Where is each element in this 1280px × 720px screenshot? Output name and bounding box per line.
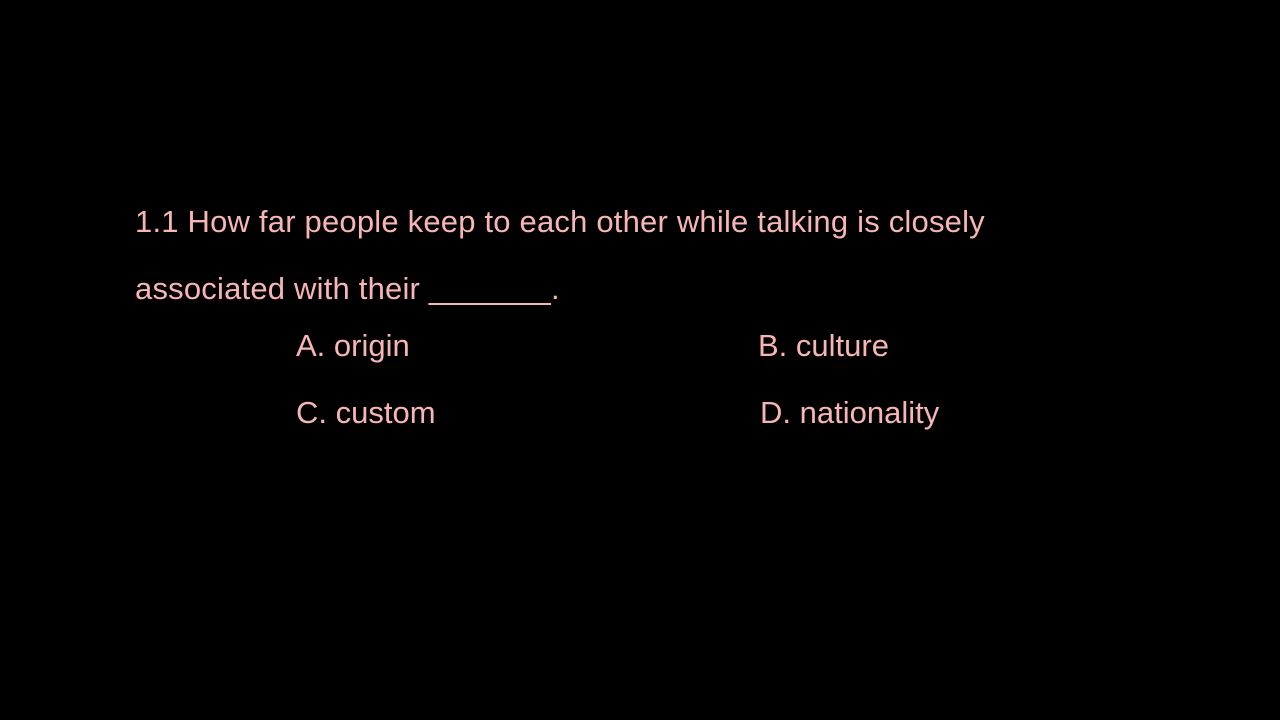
option-c: C. custom	[296, 395, 436, 430]
question-line-1: 1.1 How far people keep to each other wh…	[135, 204, 985, 239]
question-text: 1.1 How far people keep to each other wh…	[135, 188, 1145, 322]
option-b: B. culture	[758, 328, 889, 363]
question-line-2: associated with their _______.	[135, 271, 560, 306]
option-a: A. origin	[296, 328, 410, 363]
option-d: D. nationality	[760, 395, 940, 430]
slide: 1.1 How far people keep to each other wh…	[0, 0, 1280, 720]
